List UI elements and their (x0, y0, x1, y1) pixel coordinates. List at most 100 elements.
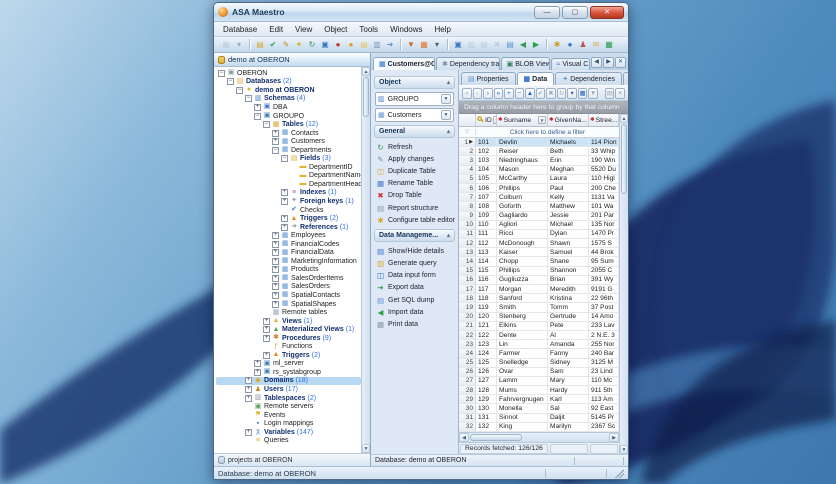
schema-select[interactable]: ▥ GROUPO ▼ (375, 92, 454, 106)
mail-icon[interactable]: ✉ (590, 39, 602, 51)
tree-item-procedures[interactable]: + ✱ Procedures (9) (216, 334, 361, 343)
tree-item-databases[interactable]: − ▤ Databases (2) (216, 78, 361, 87)
doc-tab-blob-viewer[interactable]: ▣BLOB Viewer (500, 57, 550, 70)
expand-icon[interactable]: + (245, 428, 252, 436)
tree-item-triggers[interactable]: + ▲ Triggers (2) (216, 351, 361, 360)
filter-hint[interactable]: Click here to define a filter (476, 129, 619, 136)
cell[interactable]: Ricci (497, 229, 548, 239)
tree-item-variables[interactable]: + χ Variables (147) (216, 428, 361, 437)
cell[interactable]: Lin (497, 340, 548, 349)
cell[interactable]: Jessie (548, 211, 589, 220)
cell[interactable]: 9191 G (589, 285, 619, 294)
table-row[interactable]: 18 118 Sanford Kristina 22 96th (459, 294, 619, 304)
tree-item-financialdata[interactable]: + ▦ FinancialData (216, 248, 361, 257)
cell[interactable]: 115 (476, 266, 497, 275)
register-database-icon[interactable]: ✔ (267, 39, 279, 51)
cell[interactable]: Gugliuzza (497, 275, 548, 284)
first-record-button[interactable]: « (462, 87, 472, 99)
tree-item-checks[interactable]: +✔Checks (216, 206, 361, 215)
cell[interactable]: 3125 M (589, 358, 619, 367)
cell[interactable]: 111 (476, 229, 497, 239)
cell[interactable]: Dente (497, 330, 548, 340)
tree-item-salesorders[interactable]: + ▦ SalesOrders (216, 283, 361, 292)
minimize-button[interactable]: — (534, 5, 560, 19)
cell[interactable]: 105 (476, 174, 497, 183)
explorer-header-tab[interactable]: demo at OBERON (214, 53, 370, 67)
tree-item-ml-server[interactable]: + ▣ ml_server (216, 360, 361, 369)
cell[interactable]: Samuel (548, 248, 589, 257)
refresh-icon[interactable]: ↻ (306, 39, 318, 51)
expand-icon[interactable]: + (245, 386, 252, 393)
cell[interactable]: Smith (497, 303, 548, 312)
cell[interactable]: 5520 Du (589, 165, 619, 174)
cell[interactable]: 2367 Sc (589, 422, 619, 431)
tab-data[interactable]: ▦ Data (516, 72, 555, 85)
table-row[interactable]: 14 114 Chopp Shane 95 Sum (459, 257, 619, 267)
expand-icon[interactable]: + (272, 291, 279, 299)
cell[interactable]: 124 (476, 349, 497, 358)
doc-tab-dependency-tracker[interactable]: ✱Dependency tracker (435, 57, 500, 70)
cell[interactable]: Brian (548, 275, 589, 284)
cell[interactable]: 116 (476, 275, 497, 284)
rename-table-link[interactable]: ▦ Rename Table (374, 178, 455, 190)
table-row[interactable]: 3 103 Niedringhaus Erin 190 Win (459, 156, 619, 166)
table-row[interactable]: 8 108 Goforth Matthew 101 Wa (459, 202, 619, 212)
cell[interactable]: Gagliardo (497, 211, 548, 220)
table-row[interactable]: 28 128 Mums Hardy 911 5th (459, 386, 619, 396)
cell[interactable]: 201 Par (589, 211, 619, 220)
cell[interactable]: 101 Wa (589, 202, 619, 211)
cell[interactable]: 110 Higl (589, 174, 619, 183)
tab-dependencies[interactable]: ✦ Dependencies (555, 72, 622, 85)
cell[interactable]: King (497, 422, 548, 431)
cell[interactable]: 92 East (589, 404, 619, 413)
cell[interactable]: 108 (476, 202, 497, 211)
expand-icon[interactable]: + (263, 334, 270, 342)
grid-horizontal-scrollbar[interactable]: ◀ ▶ (459, 432, 619, 442)
prior-record-button[interactable]: ‹ (472, 87, 483, 99)
table-row[interactable]: 31 131 Sinnot Daljit 5145 Pr (459, 413, 619, 423)
object-section-header[interactable]: Object ▴ (374, 76, 455, 89)
tree-item-groupo[interactable]: − ▣ GROUPO (216, 112, 361, 121)
data-input-form-link[interactable]: ◫ Data input form (374, 270, 455, 282)
cell[interactable]: Ovar (497, 367, 548, 376)
doc-tab-visual-c-[interactable]: ≈Visual C... (550, 58, 591, 70)
cascade-icon[interactable]: ▥ (465, 39, 477, 51)
cell[interactable]: Mason (497, 165, 548, 174)
drop-object-icon[interactable]: ● (332, 39, 344, 51)
cell[interactable]: 107 (476, 193, 497, 202)
cell[interactable]: 911 5th (589, 386, 619, 395)
cell[interactable]: McCarthy (497, 174, 548, 183)
cell[interactable]: Karl (548, 395, 589, 404)
menu-item-help[interactable]: Help (430, 24, 456, 35)
cell[interactable]: Monella (497, 404, 548, 413)
menu-item-windows[interactable]: Windows (385, 24, 427, 35)
tree-item-salesorderitems[interactable]: + ▦ SalesOrderItems (216, 274, 361, 283)
expand-icon[interactable]: + (272, 240, 279, 248)
cell[interactable]: Snelledge (497, 358, 548, 367)
cell[interactable]: 101 (476, 138, 497, 147)
cell[interactable]: Lamm (497, 376, 548, 386)
tab-scroll-left-icon[interactable]: ◀ (591, 57, 603, 68)
table-row[interactable]: 12 112 McDonough Shawn 1575 S (459, 239, 619, 249)
report-structure-link[interactable]: ▤ Report structure (374, 202, 455, 214)
collapse-icon[interactable]: − (263, 121, 270, 129)
tree-item-departments[interactable]: − ▦ Departments (216, 146, 361, 155)
cell[interactable]: Michael (548, 220, 589, 229)
cell[interactable]: Beth (548, 147, 589, 156)
collapse-icon[interactable]: − (245, 95, 252, 103)
cell[interactable]: Shannon (548, 266, 589, 275)
grid-settings-button[interactable]: ▤ (604, 87, 615, 99)
column-header-stree-[interactable]: ✱Stree...▼ (589, 114, 619, 126)
expand-icon[interactable]: + (272, 138, 279, 146)
cell[interactable]: Al (548, 330, 589, 340)
cell[interactable]: Meredith (548, 285, 589, 294)
tree-item-departmentheadid[interactable]: +▬DepartmentHeadID (216, 180, 362, 189)
expand-icon[interactable]: + (254, 360, 261, 368)
close-button[interactable]: ✕ (590, 5, 624, 19)
table-select[interactable]: ▦ Customers ▼ (375, 108, 454, 122)
close-window-icon[interactable]: ✖ (491, 39, 503, 51)
cell[interactable]: 127 (476, 376, 497, 386)
expand-icon[interactable]: + (281, 215, 288, 223)
menu-item-object[interactable]: Object (319, 24, 352, 35)
expand-icon[interactable]: + (254, 103, 261, 111)
